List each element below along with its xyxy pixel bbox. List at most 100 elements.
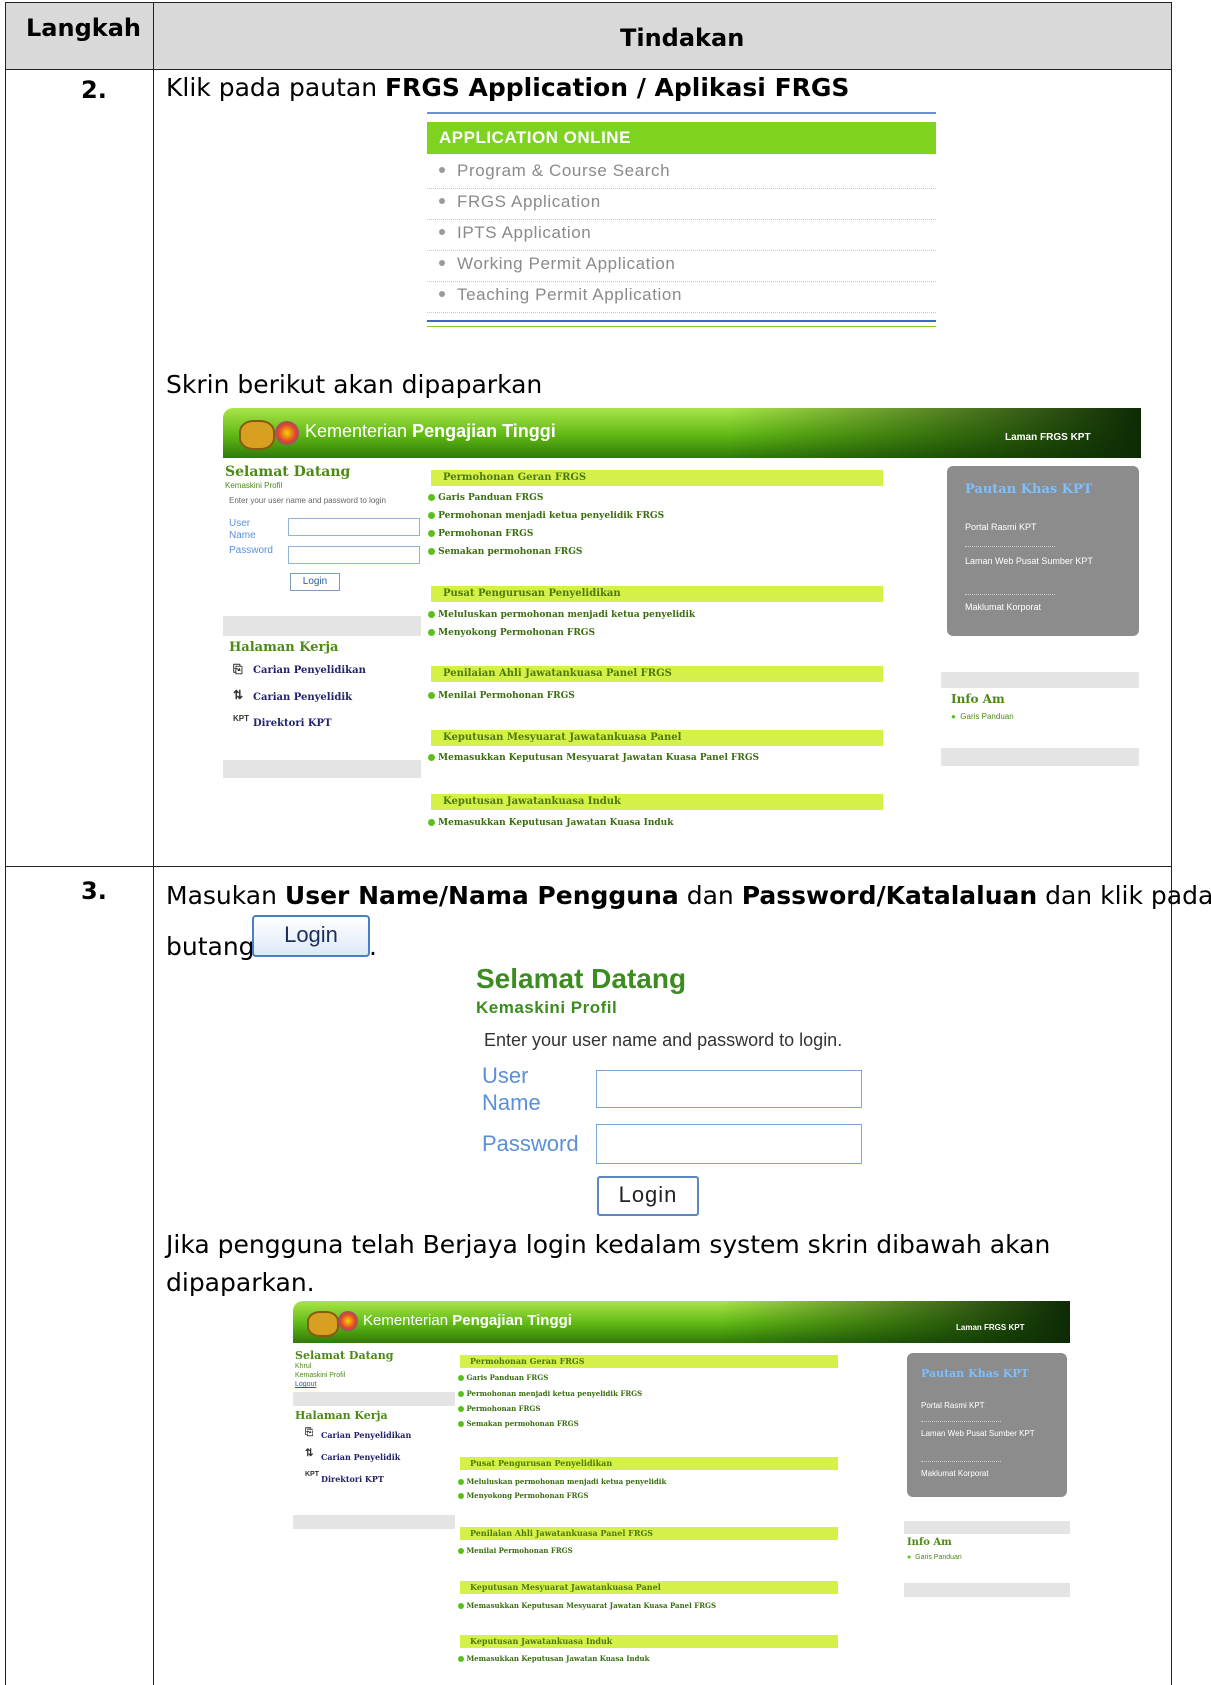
section-bar-geran: Permohonan Geran FRGS: [460, 1355, 838, 1368]
green-bullet-icon: [428, 692, 435, 699]
link-menilai[interactable]: Menilai Permohonan FRGS: [458, 1546, 573, 1555]
link-info-garis-panduan[interactable]: ● Garis Panduan: [951, 712, 1014, 721]
login-hint-text: Enter your user name and password to log…: [484, 1030, 843, 1050]
logout-link[interactable]: Logout: [295, 1381, 316, 1388]
researcher-icon: ⇅: [305, 1448, 314, 1459]
link-garis-panduan[interactable]: Garis Panduan FRGS: [428, 493, 543, 503]
step3-after-line1: Jika pengguna telah Berjaya login kedala…: [166, 1230, 1051, 1259]
step2-caption: Skrin berikut akan dipaparkan: [166, 370, 543, 399]
link-label: Garis Panduan FRGS: [438, 493, 544, 503]
green-bullet-icon: [458, 1548, 464, 1554]
right-gray-bar-bottom: [941, 748, 1139, 766]
work-area-title: Halaman Kerja: [229, 640, 339, 655]
kpt-directory-icon: KPT: [305, 1471, 319, 1478]
link-maklumat-korporat[interactable]: Maklumat Korporat: [965, 602, 1041, 612]
nav-carian-penyelidikan[interactable]: Carian Penyelidikan: [253, 665, 366, 676]
menu-item-label: Teaching Permit Application: [457, 285, 683, 304]
menu-item-frgs-application[interactable]: FRGS Application: [427, 189, 936, 220]
portal-title: Kementerian Pengajian Tinggi: [363, 1312, 572, 1329]
link-meluluskan[interactable]: Meluluskan permohonan menjadi ketua peny…: [458, 1477, 666, 1486]
login-button[interactable]: Login: [290, 573, 340, 591]
login-submit-button[interactable]: Login: [597, 1176, 699, 1216]
link-menyokong[interactable]: Menyokong Permohonan FRGS: [428, 628, 595, 638]
link-label: Permohonan FRGS: [438, 529, 534, 539]
password-input[interactable]: [288, 546, 420, 564]
menu-item-ipts-application[interactable]: IPTS Application: [427, 220, 936, 251]
login-profile-link[interactable]: Kemaskini Profil: [476, 998, 617, 1018]
pautan-khas-title: Pautan Khas KPT: [921, 1367, 1029, 1380]
kpt-logo-icon: [275, 421, 299, 445]
bullet-icon: [439, 167, 445, 173]
link-label: Semakan permohonan FRGS: [438, 547, 583, 557]
link-keputusan-induk[interactable]: Memasukkan Keputusan Jawatan Kuasa Induk: [458, 1654, 649, 1663]
link-permohonan-frgs[interactable]: Permohonan FRGS: [458, 1404, 540, 1413]
link-keputusan-panel[interactable]: Memasukkan Keputusan Mesyuarat Jawatan K…: [428, 753, 759, 763]
link-permohonan-frgs[interactable]: Permohonan FRGS: [428, 529, 533, 539]
table-border-mid: [153, 2, 154, 1685]
green-bullet-icon: [428, 548, 435, 555]
link-meluluskan[interactable]: Meluluskan permohonan menjadi ketua peny…: [428, 610, 695, 620]
menu-bottom-line-green: [427, 326, 936, 327]
link-label: Permohonan FRGS: [466, 1404, 541, 1413]
step3-after-line2: dipaparkan.: [166, 1268, 315, 1297]
column-header-step: Langkah: [26, 14, 141, 42]
menu-item-teaching-permit[interactable]: Teaching Permit Application: [427, 282, 936, 313]
link-maklumat-korporat[interactable]: Maklumat Korporat: [921, 1469, 989, 1478]
table-border-right: [1171, 2, 1172, 1685]
menu-bottom-line: [427, 320, 936, 322]
step3-instruction-line2-b: .: [369, 932, 377, 961]
link-portal-rasmi[interactable]: Portal Rasmi KPT: [921, 1401, 985, 1410]
section-bar-induk: Keputusan Jawatankuasa Induk: [460, 1635, 838, 1648]
nav-direktori-kpt[interactable]: Direktori KPT: [253, 718, 332, 729]
link-menyokong[interactable]: Menyokong Permohonan FRGS: [458, 1491, 588, 1500]
menu-item-program-search[interactable]: Program & Course Search: [427, 158, 936, 189]
pautan-khas-panel: Pautan Khas KPT Portal Rasmi KPT Laman W…: [907, 1353, 1067, 1497]
section-title: Keputusan Mesyuarat Jawatankuasa Panel: [470, 1582, 661, 1592]
login-hint: Enter your user name and password to log…: [229, 496, 386, 505]
text-span: Masukan: [166, 881, 285, 910]
nav-carian-penyelidik[interactable]: Carian Penyelidik: [253, 692, 352, 703]
login-password-input[interactable]: [596, 1124, 862, 1164]
link-info-garis-panduan[interactable]: ● Garis Panduan: [907, 1554, 962, 1561]
link-permohonan-ketua[interactable]: Permohonan menjadi ketua penyelidik FRGS: [428, 511, 664, 521]
link-pusat-sumber[interactable]: Laman Web Pusat Sumber KPT: [921, 1429, 1051, 1438]
link-permohonan-ketua[interactable]: Permohonan menjadi ketua penyelidik FRGS: [458, 1389, 642, 1398]
bullet-icon: [439, 260, 445, 266]
crest-icon: [307, 1311, 339, 1337]
link-semakan[interactable]: Semakan permohonan FRGS: [458, 1419, 579, 1428]
green-bullet-icon: ●: [907, 1554, 912, 1561]
profile-link[interactable]: Kemaskini Profil: [225, 481, 282, 490]
portal-top-links[interactable]: Laman FRGS KPT: [1005, 432, 1091, 443]
text-span: dan: [678, 881, 742, 910]
link-label: Garis Panduan: [960, 712, 1014, 721]
user-name-input[interactable]: [288, 518, 420, 536]
section-bar-penilaian: Penilaian Ahli Jawatankuasa Panel FRGS: [460, 1527, 838, 1540]
text-bold-password: Password/Katalaluan: [741, 881, 1038, 910]
nav-carian-penyelidikan[interactable]: Carian Penyelidikan: [321, 1430, 411, 1440]
divider: [921, 1461, 1001, 1463]
nav-direktori-kpt[interactable]: Direktori KPT: [321, 1474, 384, 1484]
welcome-title: Selamat Datang: [225, 464, 351, 480]
menu-item-label: Working Permit Application: [457, 254, 676, 273]
link-menilai[interactable]: Menilai Permohonan FRGS: [428, 691, 575, 701]
nav-carian-penyelidik[interactable]: Carian Penyelidik: [321, 1452, 400, 1462]
profile-link[interactable]: Kemaskini Profil: [295, 1372, 345, 1379]
login-user-name-input[interactable]: [596, 1070, 862, 1108]
section-bar-penilaian: Penilaian Ahli Jawatankuasa Panel FRGS: [431, 666, 883, 682]
kpt-directory-icon: KPT: [233, 714, 249, 723]
info-am-title: Info Am: [951, 692, 1005, 706]
portal-top-links[interactable]: Laman FRGS KPT: [956, 1323, 1024, 1332]
link-garis-panduan[interactable]: Garis Panduan FRGS: [458, 1373, 548, 1382]
portal-header: Kementerian Pengajian Tinggi Laman FRGS …: [293, 1301, 1070, 1343]
link-semakan[interactable]: Semakan permohonan FRGS: [428, 547, 582, 557]
link-pusat-sumber[interactable]: Laman Web Pusat Sumber KPT: [965, 556, 1115, 566]
link-label: Menilai Permohonan FRGS: [438, 691, 575, 701]
link-label: Memasukkan Keputusan Mesyuarat Jawatan K…: [438, 753, 760, 763]
menu-item-working-permit[interactable]: Working Permit Application: [427, 251, 936, 282]
link-keputusan-induk[interactable]: Memasukkan Keputusan Jawatan Kuasa Induk: [428, 818, 673, 828]
link-portal-rasmi[interactable]: Portal Rasmi KPT: [965, 522, 1037, 532]
link-keputusan-panel[interactable]: Memasukkan Keputusan Mesyuarat Jawatan K…: [458, 1601, 716, 1610]
link-label: Meluluskan permohonan menjadi ketua peny…: [438, 610, 696, 620]
menu-item-label: Program & Course Search: [457, 161, 671, 180]
left-gray-bar-bottom: [293, 1515, 455, 1529]
